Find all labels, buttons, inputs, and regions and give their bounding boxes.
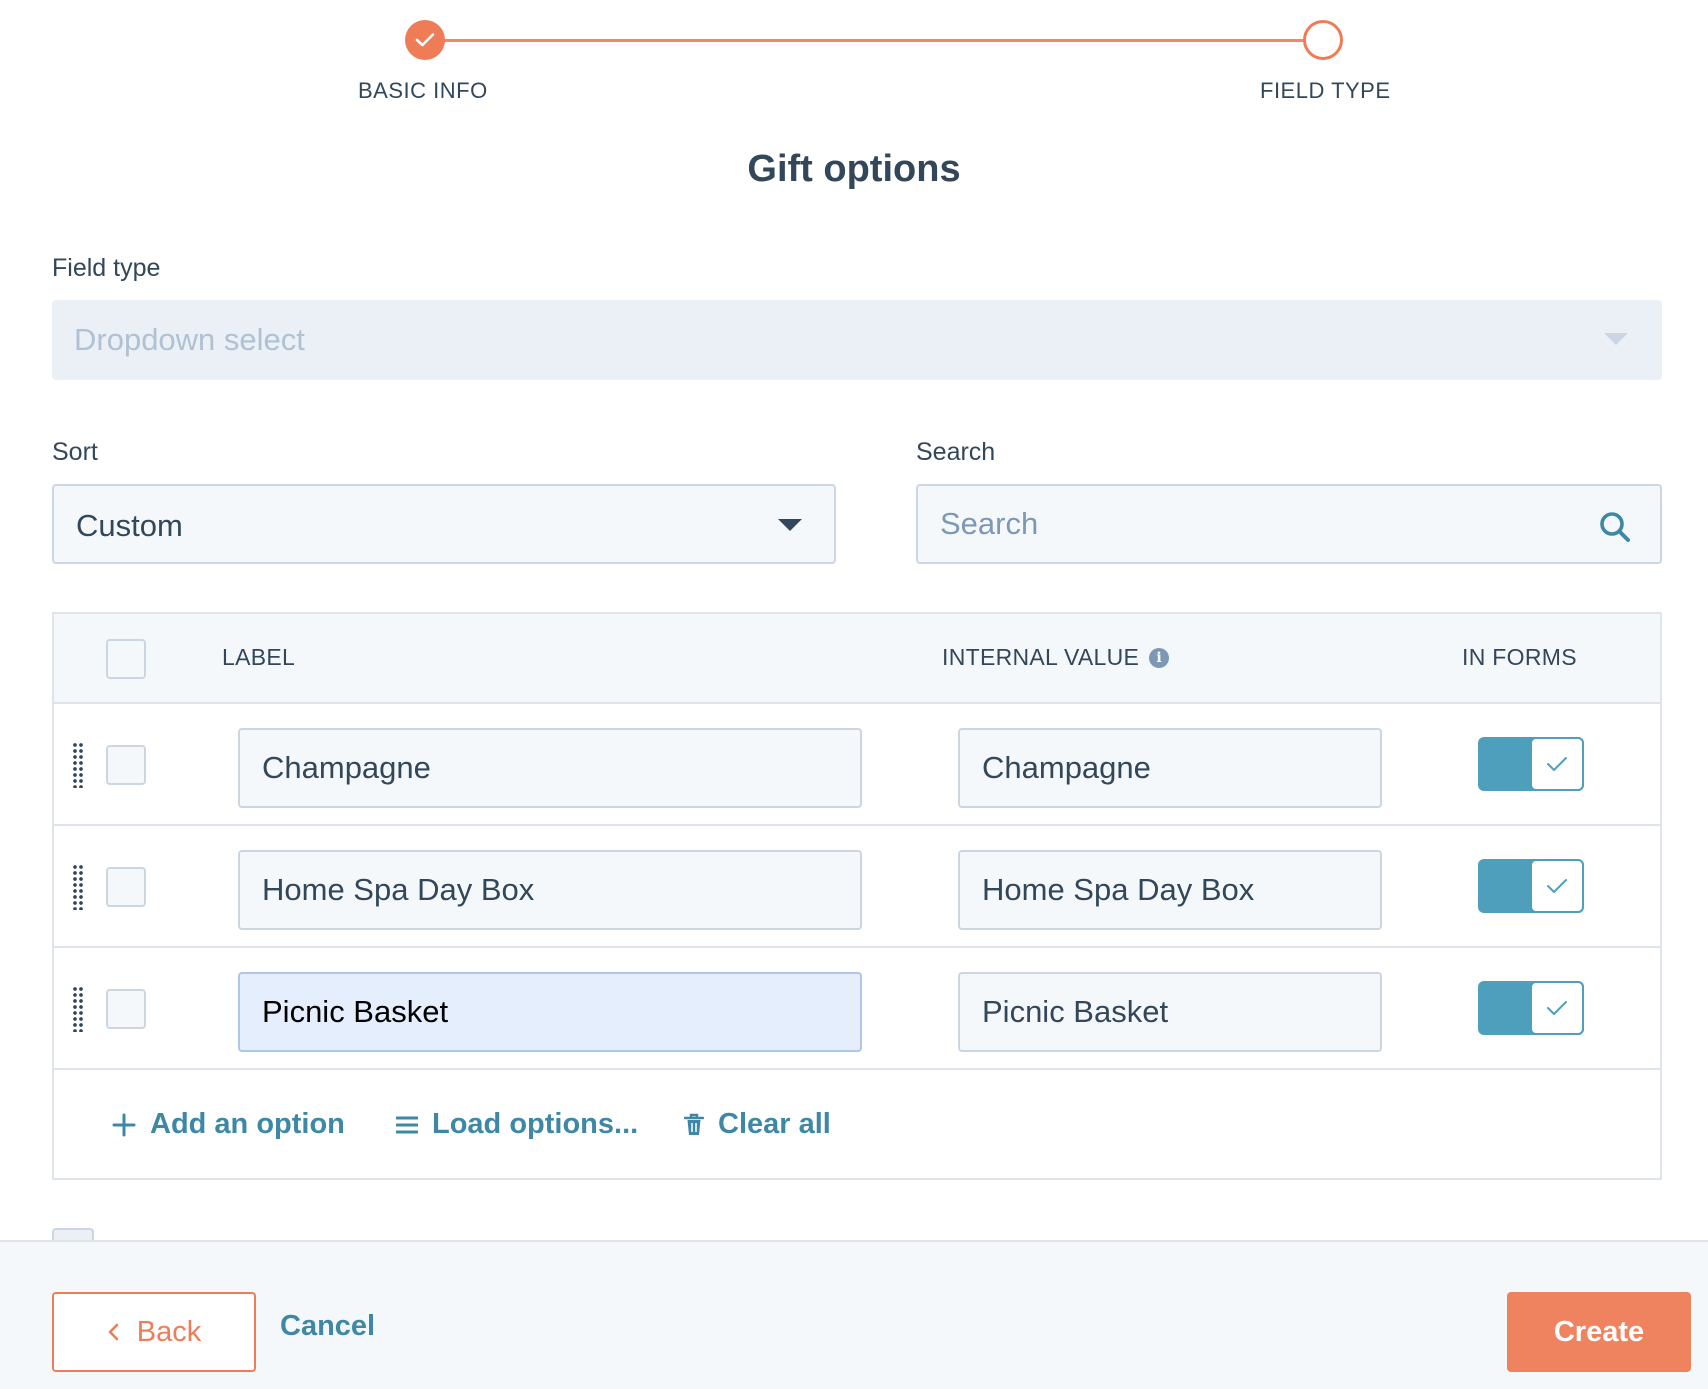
check-icon (1530, 981, 1584, 1035)
table-row (54, 948, 1660, 1070)
options-table: LABEL INTERNAL VALUE i IN FORMS Champagn… (52, 612, 1662, 1180)
search-label: Search (916, 438, 996, 466)
field-type-select: Dropdown select (52, 300, 1662, 380)
page-title: Gift options (747, 148, 961, 190)
step-label-basic-info: BASIC INFO (358, 78, 488, 103)
progress-stepper: BASIC INFO FIELD TYPE (0, 0, 1708, 120)
create-button[interactable]: Create (1507, 1292, 1691, 1372)
search-input[interactable] (918, 486, 1660, 562)
table-header: LABEL INTERNAL VALUE i IN FORMS (54, 614, 1660, 704)
check-icon (1530, 737, 1584, 791)
option-label-input[interactable] (238, 728, 862, 808)
search-field (916, 484, 1662, 564)
column-header-in-forms: IN FORMS (1462, 644, 1577, 670)
row-checkbox[interactable] (106, 867, 146, 907)
row-checkbox[interactable] (106, 745, 146, 785)
footer-bar: Back Cancel Create (0, 1240, 1708, 1389)
check-icon (1530, 859, 1584, 913)
in-forms-toggle[interactable] (1478, 981, 1584, 1035)
drag-handle-icon[interactable] (72, 864, 84, 910)
option-internal-value-input[interactable] (958, 728, 1382, 808)
table-row (54, 826, 1660, 948)
chevron-down-icon (1604, 333, 1628, 345)
search-icon[interactable] (1598, 510, 1632, 544)
table-row (54, 704, 1660, 826)
field-type-value: Dropdown select (74, 322, 305, 357)
option-label-input[interactable] (238, 972, 862, 1052)
option-label-input[interactable] (238, 850, 862, 930)
column-header-internal-value: INTERNAL VALUE i (942, 644, 1170, 671)
option-internal-value-input[interactable] (958, 972, 1382, 1052)
field-type-label: Field type (52, 254, 161, 282)
sort-label: Sort (52, 438, 98, 466)
add-option-button[interactable]: Add an option (112, 1108, 345, 1141)
chevron-left-icon (108, 1323, 119, 1341)
back-button-label: Back (136, 1315, 202, 1348)
add-option-label: Add an option (150, 1108, 345, 1140)
clear-all-label: Clear all (718, 1108, 831, 1140)
drag-handle-icon[interactable] (72, 742, 84, 788)
select-all-checkbox[interactable] (106, 639, 146, 679)
chevron-down-icon (778, 519, 802, 531)
back-button[interactable]: Back (52, 1292, 256, 1372)
sort-dropdown[interactable]: Custom (52, 484, 836, 564)
info-icon[interactable]: i (1149, 647, 1170, 668)
step-field-type-current-icon (1303, 20, 1343, 60)
list-icon (396, 1116, 418, 1133)
in-forms-toggle[interactable] (1478, 737, 1584, 791)
load-options-label: Load options... (432, 1108, 639, 1140)
column-header-label: LABEL (222, 644, 296, 670)
row-checkbox[interactable] (106, 989, 146, 1029)
trash-icon (684, 1113, 704, 1135)
column-header-internal-value-text: INTERNAL VALUE (942, 644, 1140, 670)
table-actions: Add an option Load options... Clear all (54, 1070, 1660, 1180)
step-basic-info-complete-icon (405, 20, 445, 60)
load-options-button[interactable]: Load options... (396, 1108, 638, 1141)
clear-all-button[interactable]: Clear all (684, 1108, 831, 1141)
drag-handle-icon[interactable] (72, 986, 84, 1032)
plus-icon (112, 1113, 136, 1136)
sort-value: Custom (76, 508, 183, 543)
in-forms-toggle[interactable] (1478, 859, 1584, 913)
option-internal-value-input[interactable] (958, 850, 1382, 930)
stepper-connector-line (424, 39, 1324, 42)
step-label-field-type: FIELD TYPE (1260, 78, 1391, 103)
cancel-button[interactable]: Cancel (280, 1310, 375, 1343)
